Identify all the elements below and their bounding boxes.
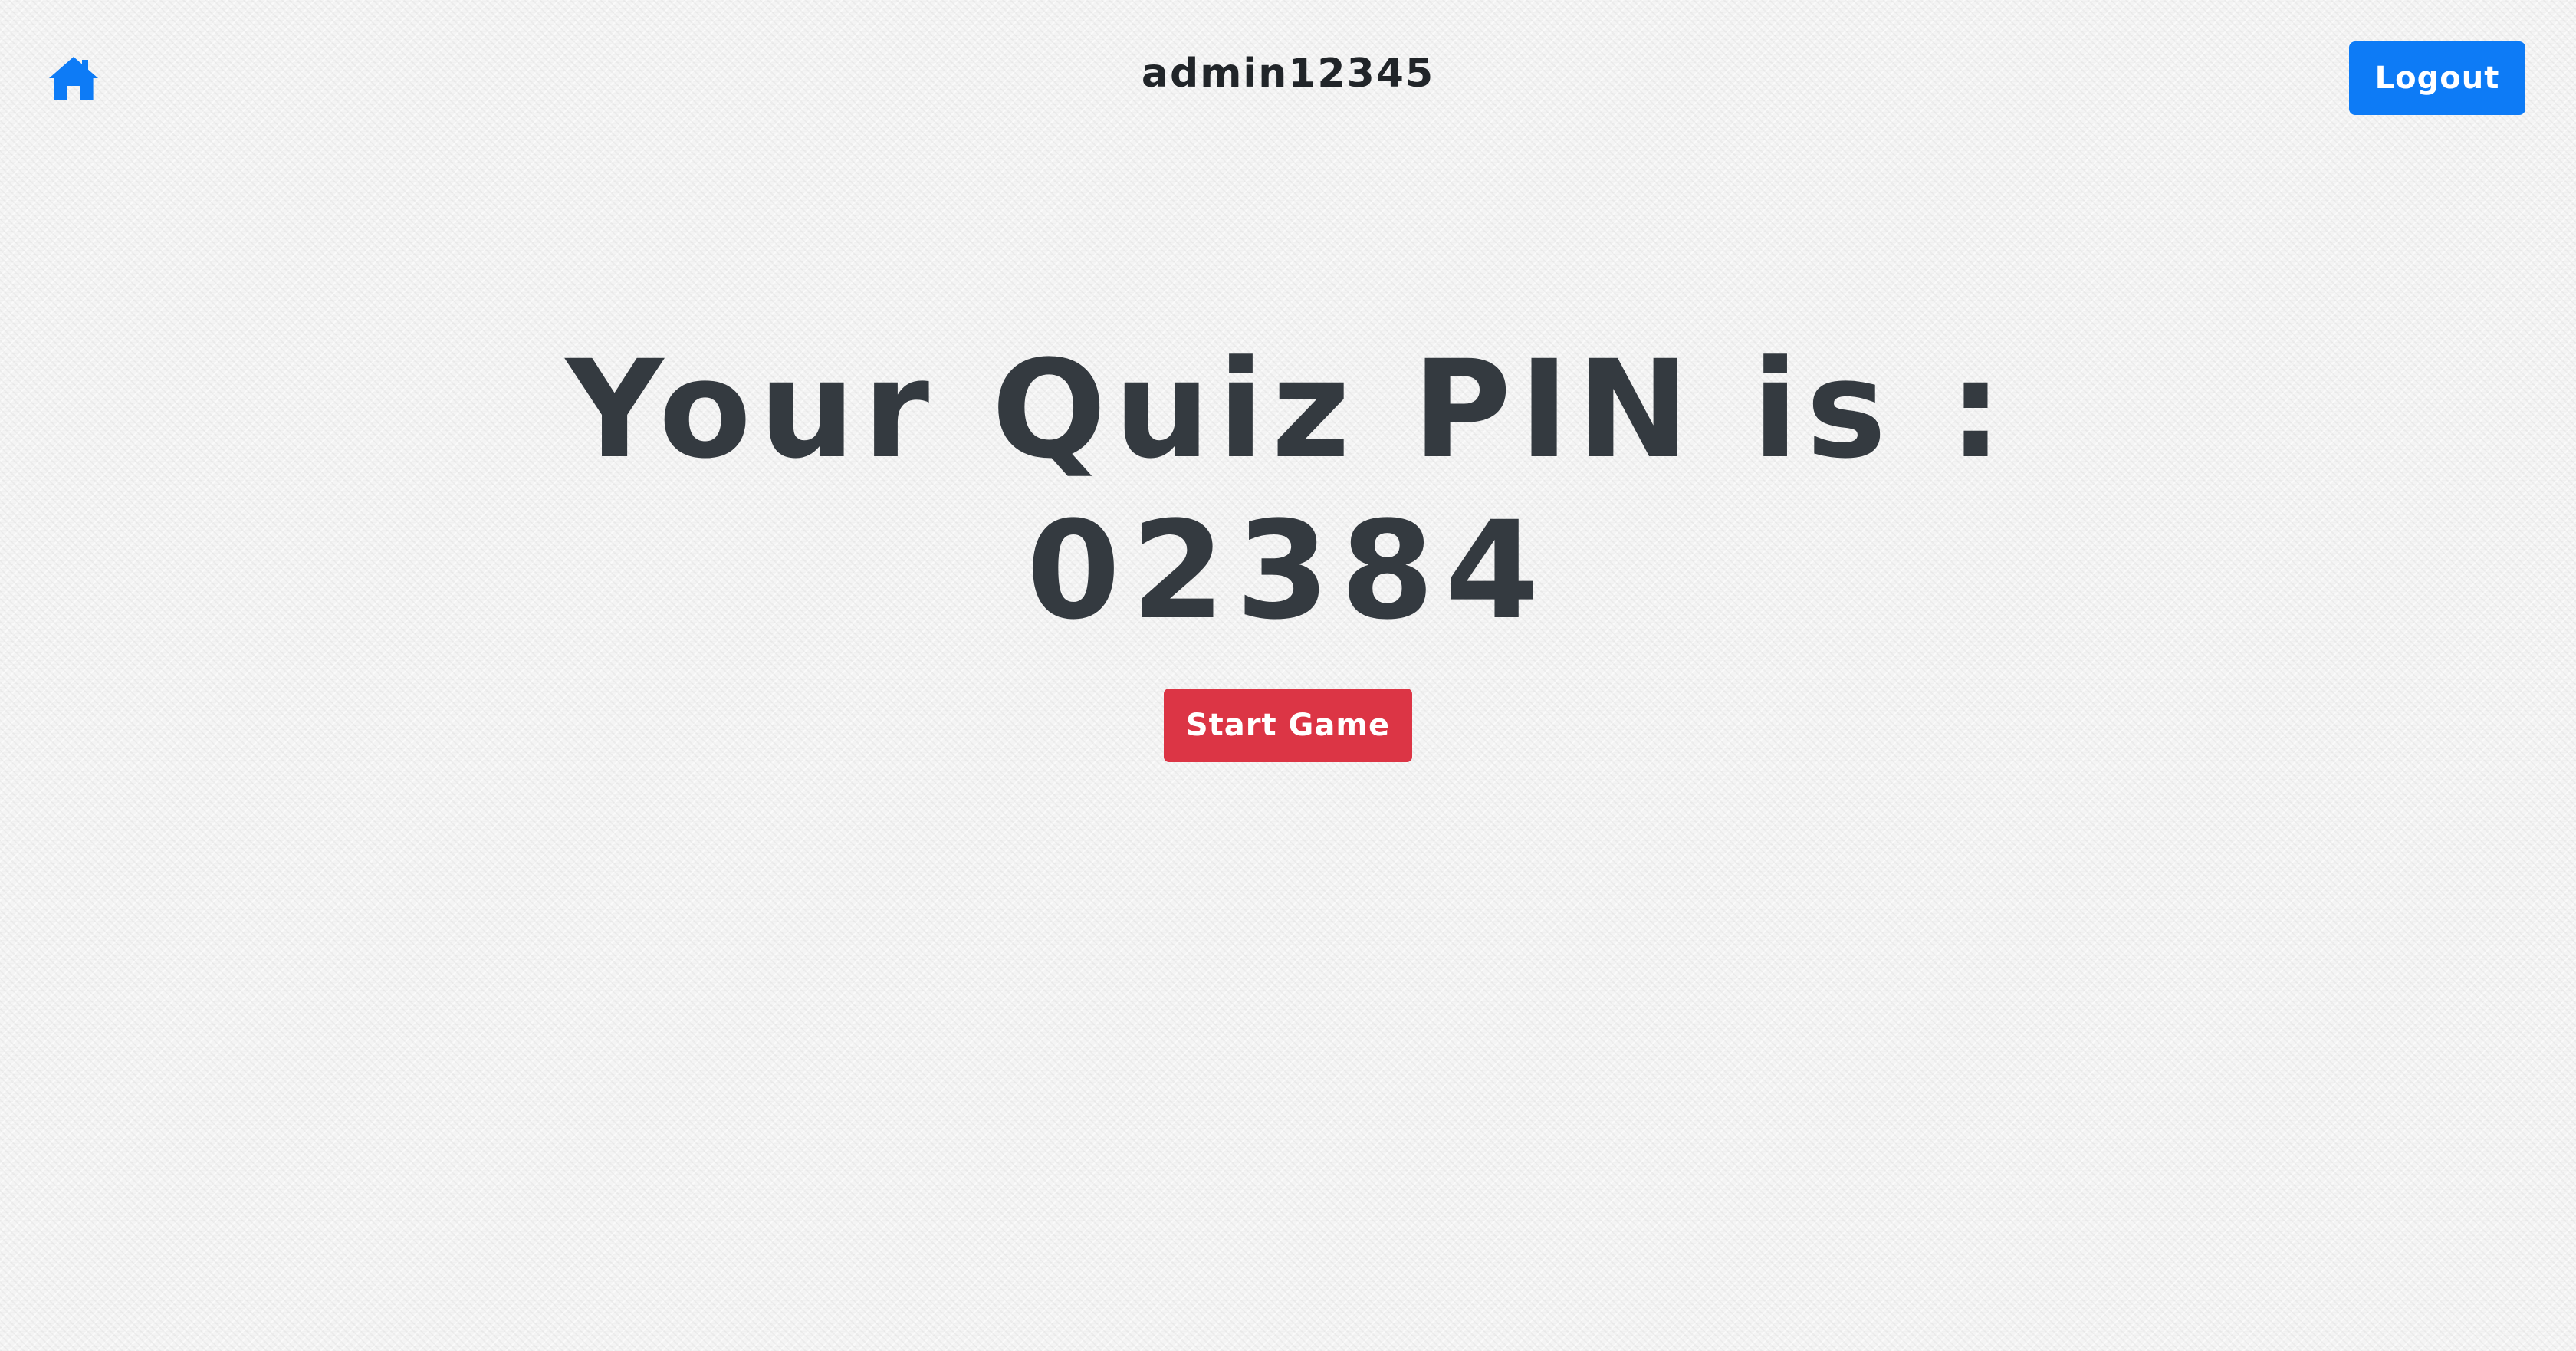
pin-heading: Your Quiz PIN is : 02384 xyxy=(0,330,2576,652)
pin-display: Your Quiz PIN is : 02384 xyxy=(0,330,2576,652)
quiz-pin: 02384 xyxy=(1026,492,1550,649)
username-label: admin12345 xyxy=(1141,51,1435,97)
pin-heading-text: Your Quiz PIN is : xyxy=(565,331,2011,488)
logout-button[interactable]: Logout xyxy=(2349,41,2525,115)
top-navbar: admin12345 Logout xyxy=(0,0,2576,157)
start-game-button[interactable]: Start Game xyxy=(1164,689,1412,762)
